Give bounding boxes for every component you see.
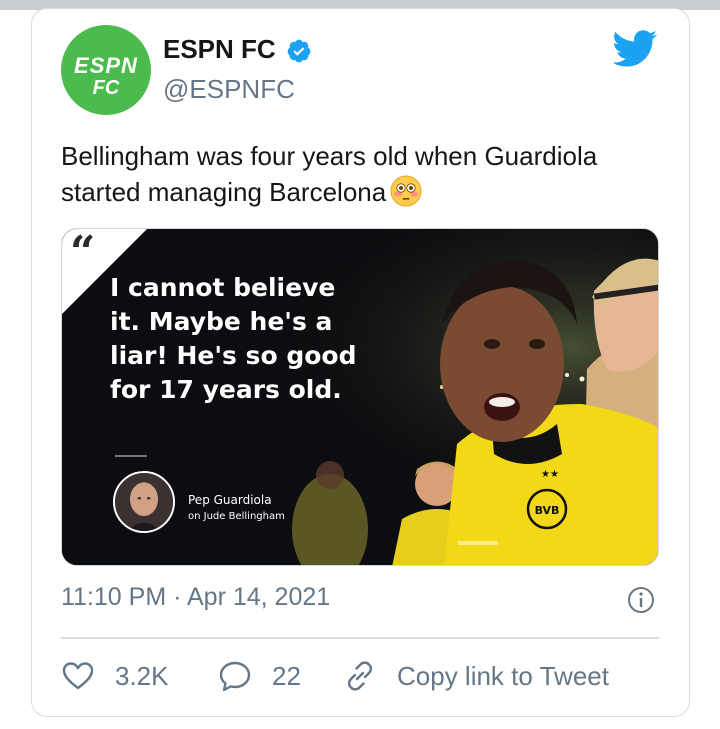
info-icon[interactable] <box>626 585 656 615</box>
avatar[interactable]: ESPN FC <box>61 25 151 115</box>
quote-mark-icon: “ <box>70 228 96 278</box>
speaker-face-icon <box>115 473 173 531</box>
like-count: 3.2K <box>115 660 169 691</box>
tweet-text: Bellingham was four years old when Guard… <box>61 138 661 210</box>
quote-divider <box>115 455 147 457</box>
quote-text: I cannot believe it. Maybe he's a liar! … <box>110 273 357 404</box>
tweet-text-body: Bellingham was four years old when Guard… <box>61 141 598 207</box>
copy-link-label: Copy link to Tweet <box>397 660 609 691</box>
tweet-actions: 3.2K 22 Copy link to Tweet <box>61 656 661 696</box>
avatar-logo-text: ESPN <box>74 53 138 78</box>
tweet-timestamp[interactable]: 11:10 PM · Apr 14, 2021 <box>61 583 330 612</box>
flushed-face-emoji-icon <box>390 175 422 207</box>
verified-badge-icon <box>287 39 311 63</box>
speaker-name: Pep Guardiola <box>188 493 272 507</box>
heart-icon <box>62 662 94 690</box>
divider <box>61 637 659 639</box>
copy-link-button[interactable]: Copy link to Tweet <box>343 656 609 696</box>
link-icon <box>347 661 373 691</box>
speaker-context: on Jude Bellingham <box>188 511 285 522</box>
svg-text:BVB: BVB <box>535 504 560 517</box>
handle[interactable]: @ESPNFC <box>163 74 295 105</box>
reply-button[interactable]: 22 <box>218 656 301 696</box>
like-button[interactable]: 3.2K <box>61 656 169 696</box>
speaker-avatar <box>113 471 175 533</box>
reply-count: 22 <box>272 660 301 691</box>
twitter-bird-icon[interactable] <box>612 30 658 68</box>
reply-bubble-icon <box>219 661 251 692</box>
display-name[interactable]: ESPN FC <box>163 34 276 65</box>
svg-text:★★: ★★ <box>541 469 559 480</box>
tweet-media-image[interactable]: BVB ★★ “ I cannot believe it. Maybe he's… <box>61 228 659 566</box>
avatar-logo-subtext: FC <box>92 77 120 99</box>
